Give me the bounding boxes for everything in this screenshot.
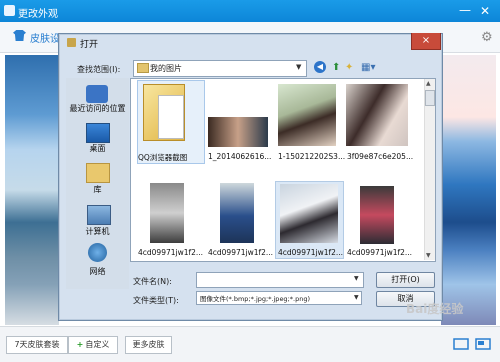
bottom-right-icons[interactable]: [453, 338, 491, 350]
file-thumbnail[interactable]: [346, 84, 408, 146]
vertical-scrollbar[interactable]: [424, 79, 435, 260]
place-network[interactable]: 网络: [66, 266, 129, 277]
dialog-title: 打开: [80, 40, 99, 50]
file-thumbnail[interactable]: [150, 183, 184, 243]
plus-icon: +: [76, 340, 84, 349]
network-icon[interactable]: [88, 243, 107, 262]
file-thumbnail[interactable]: [278, 84, 336, 146]
outer-window-title: 更改外观: [18, 9, 58, 20]
file-name[interactable]: 1-150212202S3...: [278, 152, 345, 161]
more-skins-button[interactable]: 更多皮肤: [125, 336, 172, 354]
filename-label: 文件名(N):: [133, 277, 172, 286]
recent-places-icon[interactable]: [86, 85, 108, 103]
outer-title-bar: [0, 0, 500, 22]
chevron-down-icon[interactable]: ▼: [296, 63, 301, 71]
filename-input[interactable]: [196, 272, 364, 288]
scroll-up-icon[interactable]: ▲: [426, 80, 431, 87]
custom-skin-label: 自定义: [85, 340, 110, 349]
computer-icon[interactable]: [87, 205, 111, 225]
new-folder-icon[interactable]: ✦: [345, 62, 353, 73]
minimize-icon[interactable]: —: [458, 4, 472, 18]
folder-preview-page: [158, 95, 184, 139]
file-name[interactable]: 4cd09971jw1f2...: [208, 248, 273, 257]
file-name[interactable]: 4cd09971jw1f2...: [347, 248, 412, 257]
scroll-thumb[interactable]: [425, 90, 435, 106]
custom-skin-button[interactable]: + 自定义: [68, 336, 118, 354]
close-icon[interactable]: ✕: [478, 4, 492, 18]
file-name[interactable]: 3f09e87c6e205...: [347, 152, 413, 161]
folder-icon: [137, 63, 149, 73]
dialog-close-button[interactable]: ×: [411, 33, 441, 50]
library-icon[interactable]: [86, 163, 110, 183]
scroll-down-icon[interactable]: ▼: [426, 252, 431, 259]
file-thumbnail[interactable]: [220, 183, 254, 243]
place-computer[interactable]: 计算机: [66, 226, 129, 237]
filetype-select[interactable]: 图像文件(*.bmp;*.jpg;*.jpeg;*.png): [196, 291, 362, 305]
place-library[interactable]: 库: [66, 184, 129, 195]
skin-thumbnails-right[interactable]: [441, 55, 496, 325]
look-in-label: 查找范围(I):: [77, 65, 121, 74]
file-name[interactable]: 4cd09971jw1f2...: [138, 248, 203, 257]
place-recent[interactable]: 最近访问的位置: [66, 103, 129, 114]
view-menu-icon[interactable]: ▦▾: [361, 62, 375, 73]
watermark: Bai度经验: [406, 302, 464, 316]
up-folder-icon[interactable]: ⬆: [332, 62, 340, 73]
look-in-value: 我的图片: [150, 64, 182, 73]
file-thumbnail[interactable]: [280, 184, 338, 243]
gear-icon[interactable]: ⚙: [481, 30, 493, 45]
chevron-down-icon[interactable]: ▼: [354, 275, 359, 282]
desktop-icon[interactable]: [86, 123, 110, 143]
open-button[interactable]: 打开(O): [376, 272, 435, 288]
skin-thumbnails-left[interactable]: [5, 55, 59, 325]
file-name[interactable]: 4cd09971jw1f2...: [278, 248, 343, 257]
file-thumbnail[interactable]: [208, 117, 268, 147]
dialog-folder-icon: [67, 38, 76, 47]
file-name[interactable]: 1_2014062616...: [208, 152, 271, 161]
file-thumbnail[interactable]: [360, 186, 394, 244]
file-name[interactable]: QQ浏览器截图: [138, 152, 187, 163]
back-arrow-icon[interactable]: ◀: [314, 61, 326, 73]
place-desktop[interactable]: 桌面: [66, 143, 129, 154]
seven-day-skin-button[interactable]: 7天皮肤套装: [6, 336, 68, 354]
filetype-label: 文件类型(T):: [133, 296, 179, 305]
chevron-down-icon[interactable]: ▼: [354, 294, 359, 301]
app-logo-icon: [4, 5, 15, 16]
